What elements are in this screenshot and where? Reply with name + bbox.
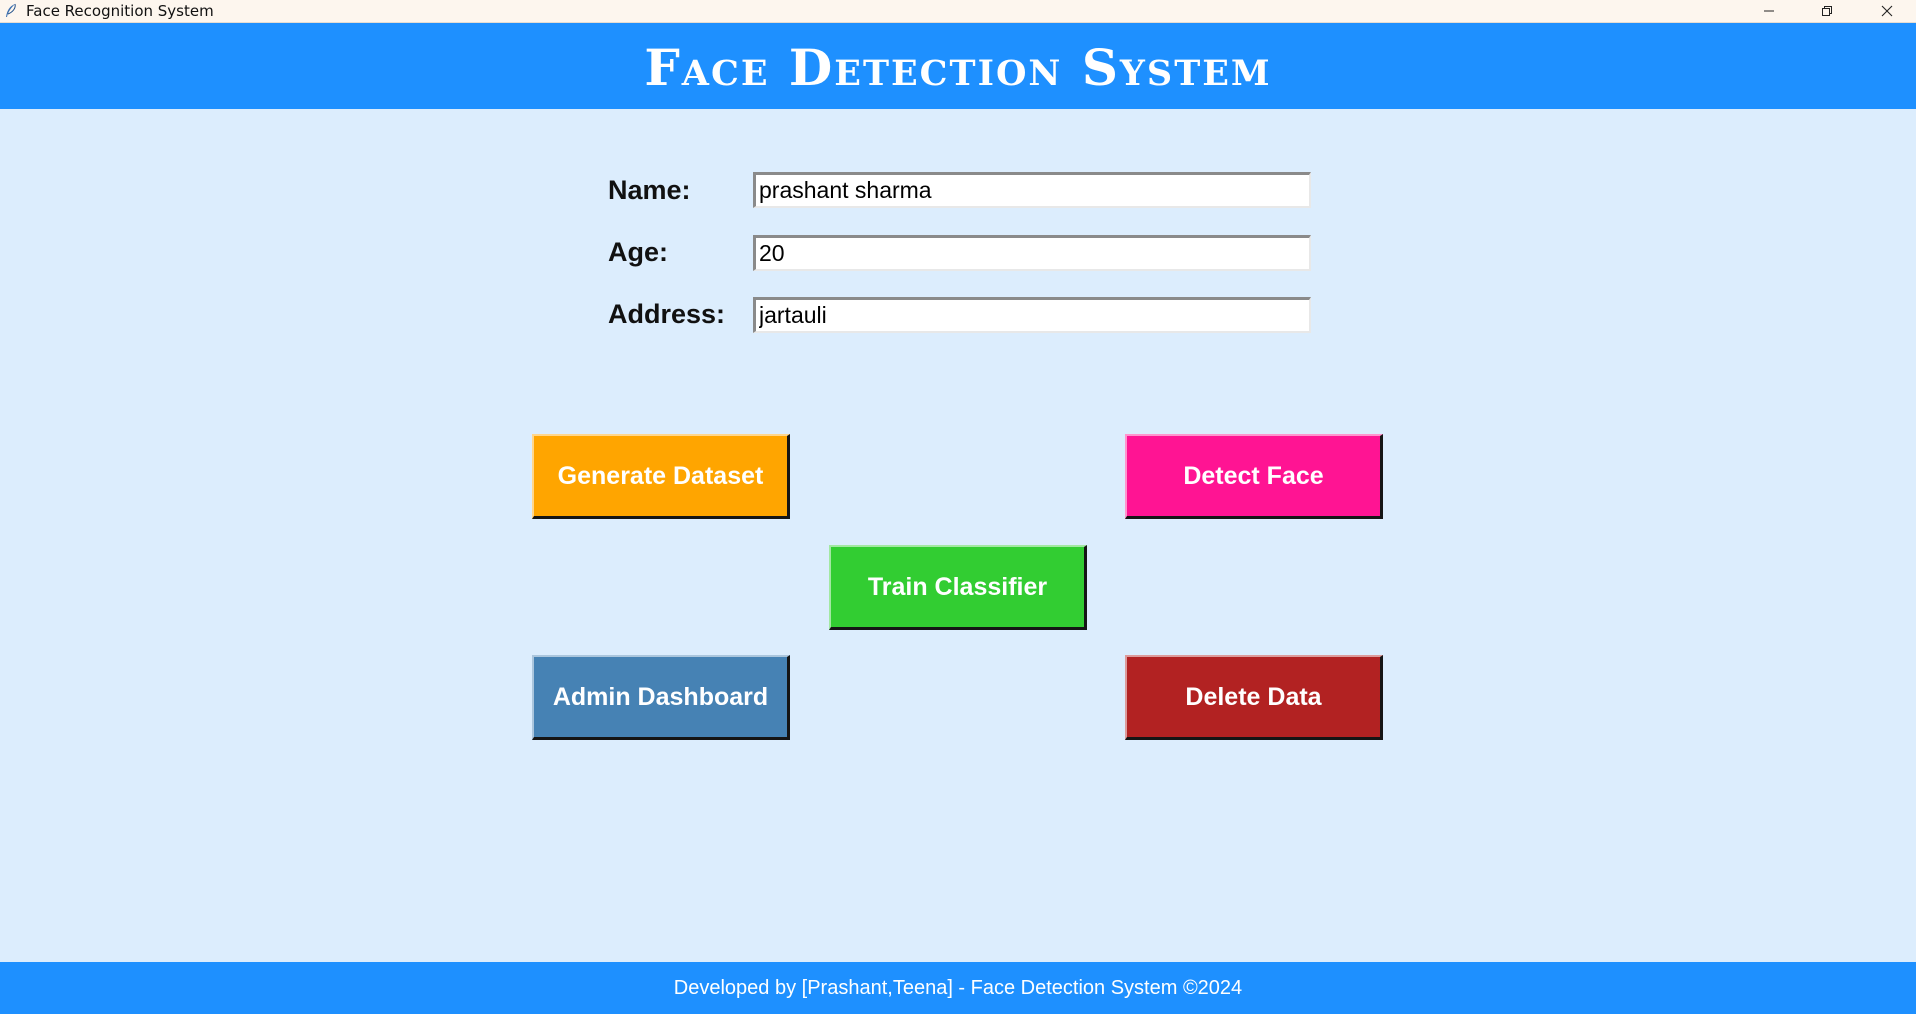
name-label: Name: (608, 175, 691, 205)
restore-button[interactable] (1798, 0, 1856, 22)
restore-icon (1821, 5, 1833, 17)
address-label: Address: (608, 299, 726, 329)
address-input[interactable] (753, 297, 1311, 333)
age-label: Age: (608, 237, 668, 267)
title-bar[interactable]: Face Recognition System (0, 0, 1916, 23)
delete-data-button[interactable]: Delete Data (1125, 655, 1383, 740)
header-banner: Face Detection System (0, 23, 1916, 109)
minimize-icon (1763, 5, 1775, 17)
feather-icon (4, 3, 18, 19)
detect-face-button[interactable]: Detect Face (1125, 434, 1383, 519)
app-window: Face Recognition System Face Detection S… (0, 0, 1916, 1014)
name-input[interactable] (753, 172, 1311, 208)
generate-dataset-button[interactable]: Generate Dataset (532, 434, 790, 519)
close-icon (1881, 5, 1893, 17)
minimize-button[interactable] (1740, 0, 1798, 22)
footer-bar: Developed by [Prashant,Teena] - Face Det… (0, 962, 1916, 1014)
window-title: Face Recognition System (26, 2, 214, 20)
footer-credit: Developed by [Prashant,Teena] - Face Det… (673, 976, 1243, 999)
train-classifier-button[interactable]: Train Classifier (829, 545, 1087, 630)
admin-dashboard-button[interactable]: Admin Dashboard (532, 655, 790, 740)
close-button[interactable] (1858, 0, 1916, 22)
page-title: Face Detection System (644, 38, 1272, 97)
age-input[interactable] (753, 235, 1311, 271)
